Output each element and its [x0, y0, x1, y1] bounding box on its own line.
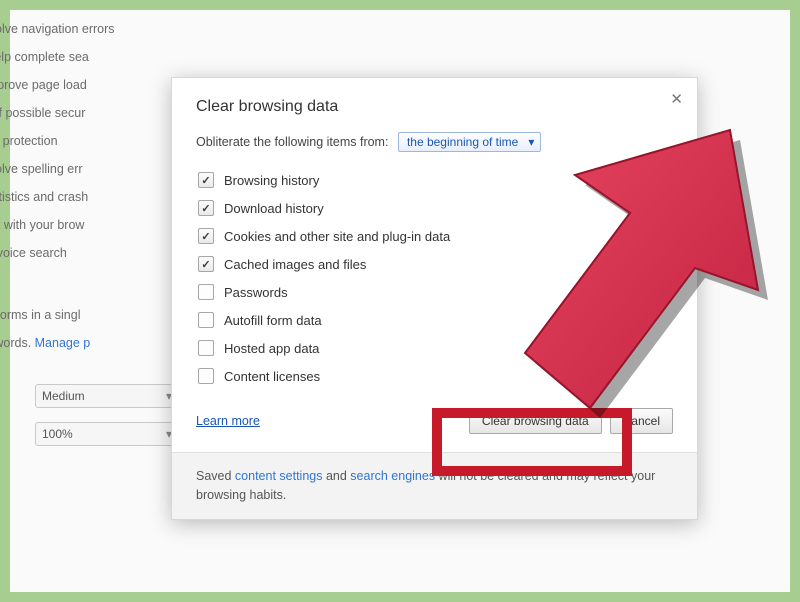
checkbox-label: Cookies and other site and plug-in data	[224, 229, 450, 244]
app-frame: ce to help resolve navigation errors n s…	[0, 0, 800, 602]
checkbox[interactable]	[198, 256, 214, 272]
checkbox-label: Autofill form data	[224, 313, 322, 328]
checkbox-label: Download history	[224, 201, 324, 216]
checkbox[interactable]	[198, 200, 214, 216]
font-size-select[interactable]: Medium	[35, 384, 179, 408]
obliterate-row: Obliterate the following items from: the…	[196, 132, 673, 152]
dialog-footer: Saved content settings and search engine…	[172, 452, 697, 519]
checkbox[interactable]	[198, 172, 214, 188]
checkbox-row[interactable]: Cookies and other site and plug-in data	[198, 222, 673, 250]
dialog-actions: Learn more Clear browsing data Cancel	[196, 408, 673, 434]
checkbox[interactable]	[198, 228, 214, 244]
checkbox-label: Hosted app data	[224, 341, 319, 356]
checkbox-row[interactable]: Browsing history	[198, 166, 673, 194]
checkbox[interactable]	[198, 312, 214, 328]
bg-row: n service to help complete sea	[0, 43, 320, 71]
time-range-select[interactable]: the beginning of time	[398, 132, 541, 152]
checkbox-row[interactable]: Hosted app data	[198, 334, 673, 362]
checkbox-label: Content licenses	[224, 369, 320, 384]
checkbox[interactable]	[198, 284, 214, 300]
manage-passwords-link[interactable]: Manage p	[35, 336, 91, 350]
obliterate-label: Obliterate the following items from:	[196, 135, 388, 149]
learn-more-link[interactable]: Learn more	[196, 414, 260, 428]
checkbox[interactable]	[198, 368, 214, 384]
checkbox-row[interactable]: Autofill form data	[198, 306, 673, 334]
checkbox-label: Cached images and files	[224, 257, 366, 272]
checkbox-row[interactable]: Cached images and files	[198, 250, 673, 278]
checkbox-row[interactable]: Content licenses	[198, 362, 673, 390]
close-icon[interactable]: ✕	[670, 90, 683, 108]
cancel-button[interactable]: Cancel	[610, 408, 673, 434]
checkbox-label: Browsing history	[224, 173, 319, 188]
clear-browsing-data-dialog: ✕ Clear browsing data Obliterate the fol…	[171, 77, 698, 520]
dialog-title: Clear browsing data	[196, 98, 673, 116]
clear-data-checklist: Browsing history Download history Cookies …	[196, 166, 673, 390]
footer-text: and	[322, 469, 350, 483]
footer-text: Saved	[196, 469, 235, 483]
checkbox[interactable]	[198, 340, 214, 356]
content-settings-link[interactable]: content settings	[235, 469, 323, 483]
clear-browsing-data-button[interactable]: Clear browsing data	[469, 408, 602, 434]
bg-row-text: our web passwords.	[0, 336, 35, 350]
page-zoom-select[interactable]: 100%	[35, 422, 179, 446]
checkbox-row[interactable]: Passwords	[198, 278, 673, 306]
bg-row: ce to help resolve navigation errors	[0, 15, 320, 43]
checkbox-row[interactable]: Download history	[198, 194, 673, 222]
search-engines-link[interactable]: search engines	[350, 469, 435, 483]
checkbox-label: Passwords	[224, 285, 288, 300]
